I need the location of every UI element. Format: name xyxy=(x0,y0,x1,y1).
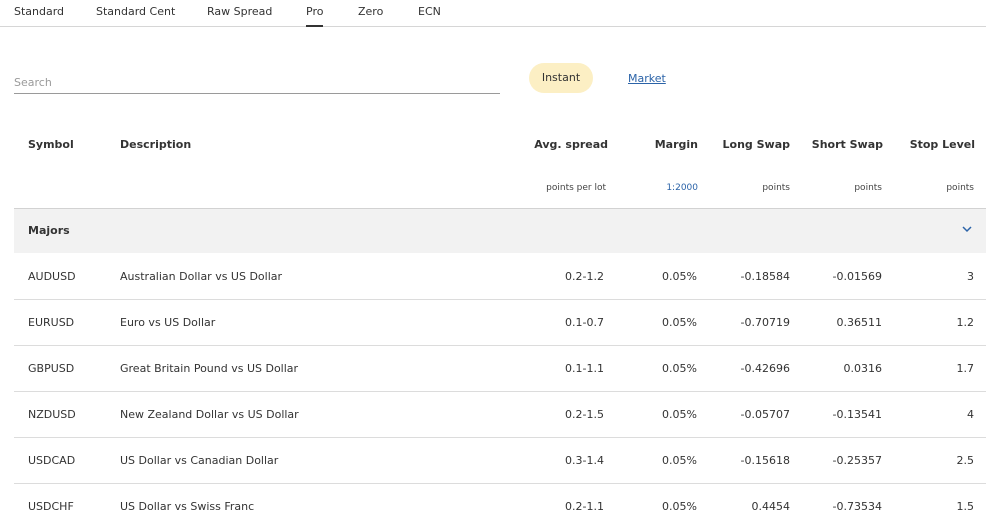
cell-long-swap: -0.05707 xyxy=(740,408,790,421)
cell-margin: 0.05% xyxy=(662,408,697,421)
search-input[interactable] xyxy=(14,75,494,89)
cell-description: New Zealand Dollar vs US Dollar xyxy=(120,408,299,421)
unit-short-swap: points xyxy=(854,183,882,193)
unit-margin-leverage[interactable]: 1:2000 xyxy=(666,183,698,193)
search-box xyxy=(14,67,500,94)
instant-execution-button[interactable]: Instant xyxy=(529,63,593,93)
cell-description: Great Britain Pound vs US Dollar xyxy=(120,362,299,375)
cell-stop-level: 1.7 xyxy=(956,362,975,375)
group-row-majors[interactable]: Majors xyxy=(14,208,986,253)
cell-spread: 0.1-1.1 xyxy=(565,362,604,375)
unit-stop-level: points xyxy=(946,183,974,193)
cell-short-swap: -0.25357 xyxy=(832,454,882,467)
cell-long-swap: 0.4454 xyxy=(751,500,791,513)
account-type-tabs: Standard Standard Cent Raw Spread Pro Ze… xyxy=(0,0,986,27)
cell-symbol: GBPUSD xyxy=(28,362,75,375)
col-header-symbol: Symbol xyxy=(28,138,74,151)
cell-symbol: AUDUSD xyxy=(28,270,76,283)
cell-symbol: EURUSD xyxy=(28,316,75,329)
table-row[interactable]: USDCHF US Dollar vs Swiss Franc 0.2-1.1 … xyxy=(14,483,986,529)
tab-ecn[interactable]: ECN xyxy=(418,5,441,18)
cell-symbol: USDCHF xyxy=(28,500,74,513)
col-header-margin: Margin xyxy=(654,138,698,151)
cell-long-swap: -0.42696 xyxy=(740,362,790,375)
cell-short-swap: -0.13541 xyxy=(832,408,882,421)
cell-short-swap: -0.73534 xyxy=(832,500,882,513)
tab-zero[interactable]: Zero xyxy=(358,5,383,18)
col-header-description: Description xyxy=(120,138,192,151)
cell-long-swap: -0.18584 xyxy=(740,270,790,283)
cell-stop-level: 1.5 xyxy=(956,500,975,513)
cell-margin: 0.05% xyxy=(662,316,697,329)
cell-stop-level: 4 xyxy=(967,408,974,421)
cell-symbol: NZDUSD xyxy=(28,408,76,421)
cell-long-swap: -0.70719 xyxy=(740,316,790,329)
cell-long-swap: -0.15618 xyxy=(740,454,790,467)
cell-symbol: USDCAD xyxy=(28,454,76,467)
cell-description: US Dollar vs Swiss Franc xyxy=(120,500,255,513)
col-header-stop-level: Stop Level xyxy=(909,138,975,151)
cell-margin: 0.05% xyxy=(662,500,697,513)
unit-spread: points per lot xyxy=(546,183,606,193)
table-row[interactable]: USDCAD US Dollar vs Canadian Dollar 0.3-… xyxy=(14,437,986,484)
col-header-short-swap: Short Swap xyxy=(811,138,883,151)
cell-spread: 0.1-0.7 xyxy=(565,316,604,329)
table-row[interactable]: AUDUSD Australian Dollar vs US Dollar 0.… xyxy=(14,253,986,300)
table-row[interactable]: NZDUSD New Zealand Dollar vs US Dollar 0… xyxy=(14,391,986,438)
cell-spread: 0.2-1.5 xyxy=(565,408,604,421)
unit-long-swap: points xyxy=(762,183,790,193)
tab-standard[interactable]: Standard xyxy=(14,5,64,18)
cell-margin: 0.05% xyxy=(662,362,697,375)
cell-spread: 0.3-1.4 xyxy=(565,454,604,467)
table-row[interactable]: EURUSD Euro vs US Dollar 0.1-0.7 0.05% -… xyxy=(14,299,986,346)
table-row[interactable]: GBPUSD Great Britain Pound vs US Dollar … xyxy=(14,345,986,392)
tab-standard-cent[interactable]: Standard Cent xyxy=(96,5,175,18)
cell-stop-level: 2.5 xyxy=(956,454,975,467)
col-header-spread: Avg. spread xyxy=(534,138,608,151)
cell-spread: 0.2-1.1 xyxy=(565,500,604,513)
market-execution-link[interactable]: Market xyxy=(628,72,666,85)
cell-description: Australian Dollar vs US Dollar xyxy=(120,270,283,283)
cell-stop-level: 3 xyxy=(967,270,974,283)
cell-stop-level: 1.2 xyxy=(956,316,975,329)
tab-pro[interactable]: Pro xyxy=(306,5,324,27)
tab-raw-spread[interactable]: Raw Spread xyxy=(207,5,272,18)
col-header-long-swap: Long Swap xyxy=(722,138,790,151)
cell-description: Euro vs US Dollar xyxy=(120,316,216,329)
cell-margin: 0.05% xyxy=(662,454,697,467)
cell-short-swap: 0.36511 xyxy=(836,316,883,329)
group-label: Majors xyxy=(28,224,70,237)
cell-spread: 0.2-1.2 xyxy=(565,270,604,283)
cell-margin: 0.05% xyxy=(662,270,697,283)
cell-short-swap: 0.0316 xyxy=(843,362,883,375)
cell-description: US Dollar vs Canadian Dollar xyxy=(120,454,279,467)
cell-short-swap: -0.01569 xyxy=(832,270,882,283)
chevron-down-icon[interactable] xyxy=(961,223,973,235)
